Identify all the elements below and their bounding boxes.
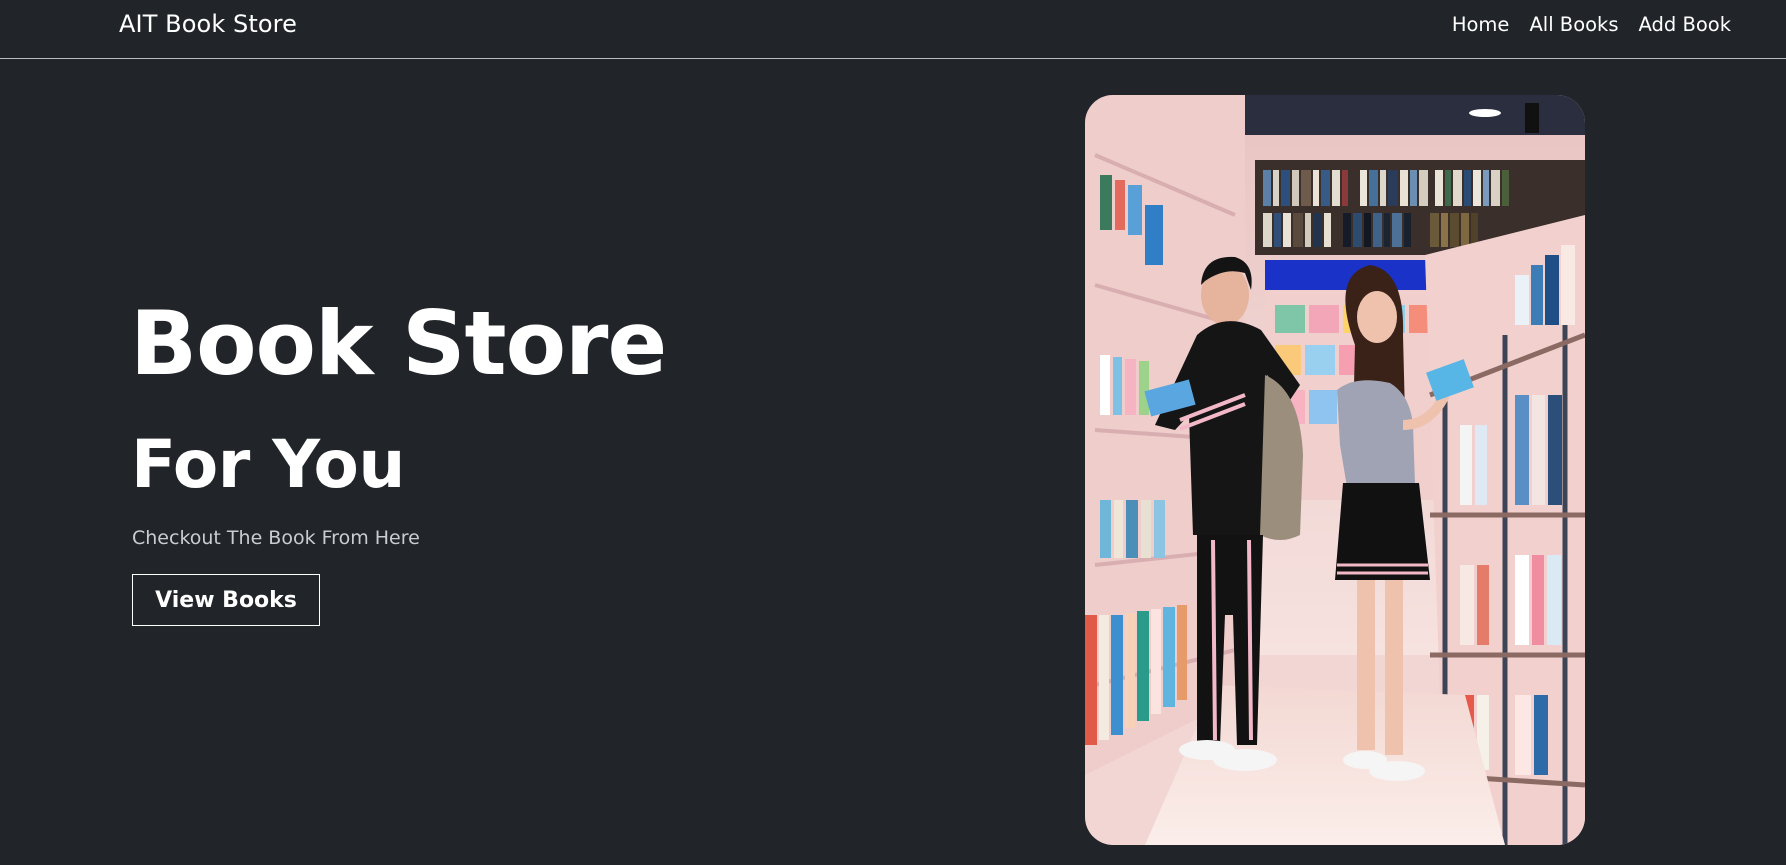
nav-link-home[interactable]: Home [1452, 13, 1510, 36]
hero-image [1085, 95, 1585, 845]
navbar: AIT Book Store Home All Books Add Book [0, 0, 1786, 59]
bookstore-photo [1085, 95, 1585, 845]
hero-title: Book Store [130, 292, 667, 395]
view-books-button[interactable]: View Books [132, 574, 320, 626]
nav-links: Home All Books Add Book [1452, 13, 1731, 36]
hero-description: Checkout The Book From Here [132, 527, 420, 549]
nav-link-add-book[interactable]: Add Book [1639, 13, 1731, 36]
nav-link-all-books[interactable]: All Books [1529, 13, 1618, 36]
brand-link[interactable]: AIT Book Store [119, 10, 297, 38]
hero-subtitle: For You [131, 426, 405, 503]
